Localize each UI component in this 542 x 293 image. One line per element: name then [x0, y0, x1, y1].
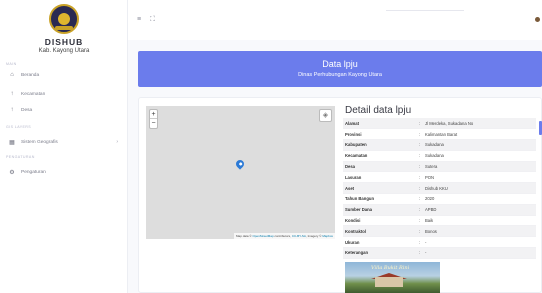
table-row: Provinsi: Kalimantan Barat	[343, 128, 536, 141]
page-header: Data lpju Dinas Perhubungan Kayong Utara	[138, 51, 542, 87]
sidebar-heading-layers: GIS LAYERS	[6, 125, 32, 129]
brand-title: DISHUB	[44, 37, 84, 47]
topbar-search-line	[386, 10, 464, 11]
detail-value: -	[423, 247, 536, 259]
hamburger-icon[interactable]: ≡	[137, 16, 141, 23]
sidebar-heading-main: MAIN	[6, 62, 17, 66]
detail-key: Kecamatan	[343, 150, 419, 162]
sidebar-item-pengaturan[interactable]: ⚙ Pengaturan	[9, 166, 124, 178]
sidebar-item-desa[interactable]: ↑ Desa	[9, 104, 124, 116]
cogs-icon: ⚙	[9, 169, 15, 176]
table-row: Tahun Bangun:2020	[343, 193, 536, 205]
zoom-out-button[interactable]: −	[150, 119, 157, 128]
lpju-photo: Villa Bukit Rini	[345, 262, 440, 293]
sidebar-item-sistem-geografis[interactable]: ▦ Sistem Geografis ›	[9, 136, 124, 148]
sidebar-item-label: Desa	[21, 107, 33, 113]
mapbox-link[interactable]: Mapbox	[322, 234, 333, 238]
pin-icon: ↑	[10, 91, 14, 97]
table-row: Ukuran: -	[343, 236, 536, 249]
sidebar-item-beranda[interactable]: ⌂ Beranda	[9, 69, 124, 81]
user-avatar[interactable]	[535, 17, 540, 22]
photo-caption: Villa Bukit Rini	[371, 265, 410, 271]
detail-key: Tahun Bangun	[343, 193, 419, 205]
brand-subtitle: Kab. Kayong Utara	[38, 48, 90, 54]
table-row: Kecamatan: Sukadana	[343, 150, 536, 162]
detail-value: 2020	[423, 193, 536, 205]
pin-icon: ↑	[10, 107, 14, 113]
sidebar-heading-settings: PENGATURAN	[6, 155, 35, 159]
table-row: Lasuran: PON	[343, 171, 536, 184]
detail-value: Sukadana	[423, 150, 536, 162]
table-row: Keterangan: -	[343, 247, 536, 259]
table-row: Kabupaten: Sukadana	[343, 139, 536, 151]
home-icon: ⌂	[10, 72, 14, 78]
sidebar-item-kecamatan[interactable]: ↑ Kecamatan	[9, 88, 124, 100]
detail-key: Kabupaten	[343, 139, 419, 151]
dishub-logo[interactable]	[49, 4, 79, 34]
zoom-in-button[interactable]: +	[150, 110, 157, 119]
detail-key: Kondisi	[343, 215, 419, 227]
map-view[interactable]: + − ◈ Map data © OpenStreetMap contribut…	[146, 106, 335, 239]
photo-house-shape	[375, 277, 403, 287]
detail-value: APBD	[423, 204, 536, 216]
openstreetmap-link[interactable]: OpenStreetMap	[252, 234, 273, 238]
sidebar-item-label: Sistem Geografis	[21, 139, 58, 145]
page-subtitle: Dinas Perhubungan Kayong Utara	[298, 72, 382, 78]
sidebar-item-label: Kecamatan	[21, 91, 46, 97]
detail-value: Dishub KKU	[423, 182, 536, 195]
fullscreen-icon[interactable]: ⛶	[150, 16, 155, 24]
detail-key: Aset	[343, 182, 419, 195]
table-row: Aset: Dishub KKU	[343, 182, 536, 195]
detail-value: Baik	[423, 215, 536, 227]
map-icon: ▦	[9, 139, 15, 146]
page-title: Data lpju	[322, 59, 358, 69]
map-marker-icon[interactable]	[234, 158, 246, 170]
sidebar-item-label: Pengaturan	[21, 169, 46, 175]
layers-icon[interactable]: ◈	[319, 109, 332, 122]
detail-value: PON	[423, 171, 536, 184]
detail-key: Sumber Dana	[343, 204, 419, 216]
chevron-right-icon: ›	[116, 139, 118, 145]
attribution-text: contributors,	[274, 234, 291, 238]
detail-value: Sutera	[423, 161, 536, 173]
detail-value: -	[423, 236, 536, 249]
map-attribution: Map data © OpenStreetMap contributors, C…	[234, 233, 335, 239]
sidebar-item-label: Beranda	[21, 72, 40, 78]
detail-key: Lasuran	[343, 171, 419, 184]
attribution-text: Map data ©	[236, 234, 252, 238]
detail-key: Keterangan	[343, 247, 419, 259]
detail-key: Desa	[343, 161, 419, 173]
detail-value: Jl Merdeka, Sukadana No	[423, 118, 536, 130]
table-row: Kontraktol: Bonos	[343, 225, 536, 238]
detail-key: Kontraktol	[343, 225, 419, 238]
table-row: Sumber Dana: APBD	[343, 204, 536, 216]
topbar: ≡ ⛶	[128, 0, 542, 40]
detail-key: Ukuran	[343, 236, 419, 249]
license-link[interactable]: CC-BY-SA	[292, 234, 306, 238]
detail-key: Alamat	[343, 118, 419, 130]
table-row: Alamat: Jl Merdeka, Sukadana No	[343, 118, 536, 130]
detail-value: Kalimantan Barat	[423, 128, 536, 141]
table-row: Kondisi: Baik	[343, 215, 536, 227]
detail-value: Bonos	[423, 225, 536, 238]
detail-value: Sukadana	[423, 139, 536, 151]
detail-key: Provinsi	[343, 128, 419, 141]
zoom-control: + −	[149, 109, 158, 129]
attribution-text: , Imagery ©	[305, 234, 322, 238]
sidebar: DISHUB Kab. Kayong Utara MAIN ⌂ Beranda …	[0, 0, 128, 293]
table-row: Desa: Sutera	[343, 161, 536, 173]
detail-table: Alamat: Jl Merdeka, Sukadana No Provinsi: K…	[343, 118, 536, 259]
detail-title: Detail data lpju	[345, 105, 412, 116]
